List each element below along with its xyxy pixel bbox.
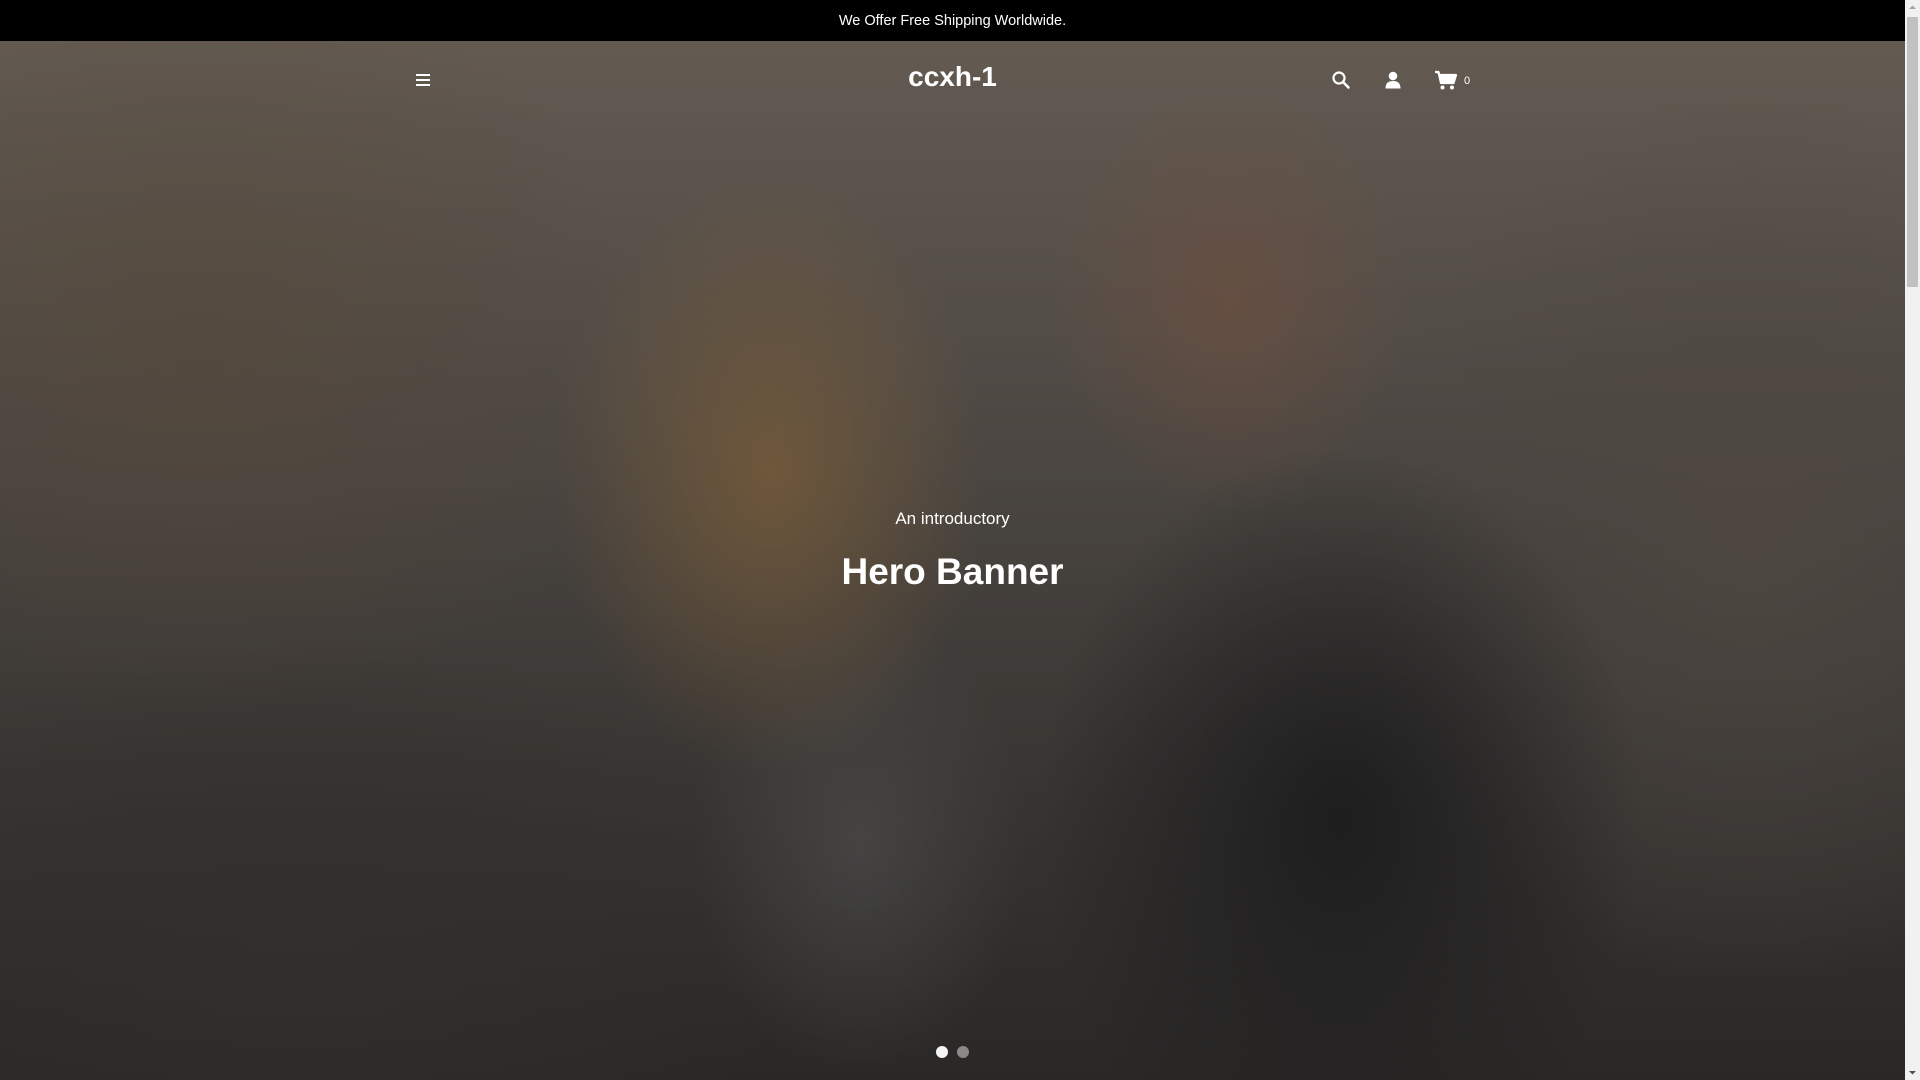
search-button[interactable] [1330, 69, 1352, 91]
slide-dot-1[interactable] [936, 1046, 948, 1058]
scrollbar-thumb[interactable] [1907, 17, 1918, 287]
vertical-scrollbar[interactable] [1905, 0, 1920, 1080]
cart-button[interactable]: 0 [1434, 68, 1470, 92]
hamburger-menu-icon [416, 74, 430, 86]
scroll-down-arrow-icon[interactable] [1905, 1065, 1920, 1080]
site-logo: ccxh-1 [0, 61, 1905, 93]
hero-title: Hero Banner [841, 551, 1064, 592]
slideshow-dots [936, 1046, 969, 1058]
search-icon [1332, 71, 1350, 89]
shopping-cart-icon [1435, 70, 1458, 90]
menu-button[interactable] [412, 69, 434, 91]
slide-dot-2[interactable] [957, 1046, 969, 1058]
announcement-bar: We Offer Free Shipping Worldwide. [0, 0, 1905, 41]
scroll-up-arrow-icon[interactable] [1905, 0, 1920, 15]
logo-link[interactable]: ccxh-1 [908, 61, 997, 92]
announcement-text: We Offer Free Shipping Worldwide. [838, 12, 1067, 29]
site-header: ccxh-1 0 [0, 41, 1905, 121]
hero-subtitle: An introductory [895, 509, 1010, 528]
user-account-icon [1385, 71, 1401, 89]
hero-content: An introductory Hero Banner [0, 504, 1905, 594]
cart-count: 0 [1464, 75, 1471, 87]
page: We Offer Free Shipping Worldwide. ccxh-1 [0, 0, 1920, 1080]
account-button[interactable] [1382, 69, 1404, 91]
